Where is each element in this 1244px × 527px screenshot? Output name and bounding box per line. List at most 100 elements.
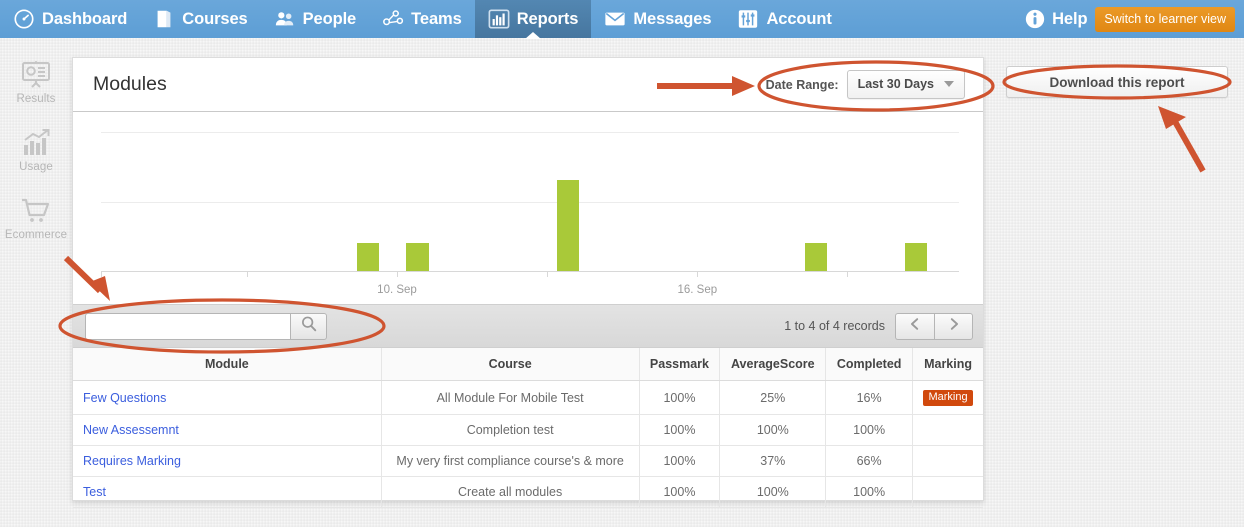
module-link[interactable]: Requires Marking [83,454,181,468]
sidebar-item-label: Ecommerce [4,229,68,241]
cell-module: New Assessemnt [73,414,382,446]
nav-item-account[interactable]: Account [724,0,844,38]
magnifier-icon [300,315,318,338]
table-header-row: Module Course Passmark AverageScore Comp… [73,348,983,381]
people-icon [274,8,296,30]
module-link[interactable]: New Assessemnt [83,423,179,437]
cell-completed: 100% [825,476,914,508]
column-header-average-score[interactable]: AverageScore [719,348,827,381]
modules-table: Module Course Passmark AverageScore Comp… [73,348,983,508]
chart-bar[interactable] [406,243,429,271]
nav-item-help[interactable]: Help [1011,0,1095,38]
next-page-button[interactable] [934,312,973,340]
search-button[interactable] [290,312,327,340]
chart-tick [246,272,248,277]
chevron-right-icon [947,317,961,335]
nav-item-courses[interactable]: Courses [140,0,260,38]
modules-bar-chart: 10. Sep 16. Sep [87,112,969,304]
cell-passmark: 100% [639,380,721,415]
chart-bar[interactable] [556,180,579,271]
date-range-select[interactable]: Last 30 Days [846,70,965,99]
dashboard-gauge-icon [13,8,35,30]
cell-passmark: 100% [639,476,721,508]
nav-label: Messages [633,9,712,28]
book-icon [153,8,175,30]
nav-label: Reports [516,9,579,28]
cell-average-score: 100% [719,476,827,508]
growth-chart-icon [20,128,52,158]
nav-label: Dashboard [42,9,128,28]
column-header-module[interactable]: Module [73,348,382,381]
column-header-course[interactable]: Course [381,348,640,381]
panel-header: Modules Date Range: Last 30 Days [73,58,983,112]
module-link[interactable]: Few Questions [83,391,166,405]
prev-page-button[interactable] [895,312,934,340]
nav-label: Courses [182,9,248,28]
cell-module: Few Questions [73,380,382,415]
toolbar-right: 1 to 4 of 4 records [784,312,973,340]
chart-x-tick-label: 16. Sep [677,284,718,296]
chart-bar[interactable] [356,243,379,271]
nav-label: Account [766,9,832,28]
chart-tick [697,272,699,277]
chart-bar[interactable] [904,243,928,271]
teams-icon [382,8,404,30]
top-navigation-bar: Dashboard Courses People Teams Reports M… [0,0,1244,39]
chevron-left-icon [908,317,922,335]
switch-to-learner-view-button[interactable]: Switch to learner view [1095,6,1235,32]
cell-completed: 16% [825,380,914,415]
table-toolbar: 1 to 4 of 4 records [73,304,983,348]
left-sidebar: Results Usage Ecommerce [0,38,72,527]
table-row: Requires Marking My very first compliance… [73,445,983,477]
chart-x-tick-label: 10. Sep [377,284,417,296]
nav-item-dashboard[interactable]: Dashboard [0,0,140,38]
cell-marking: Marking [912,380,983,415]
search-group [85,312,327,340]
chart-gridline [101,131,959,133]
nav-item-reports[interactable]: Reports [474,0,592,39]
sidebar-item-ecommerce[interactable]: Ecommerce [1,196,71,241]
chart-tick [847,272,849,277]
column-header-completed[interactable]: Completed [825,348,914,381]
sidebar-item-results[interactable]: Results [1,60,71,105]
module-link[interactable]: Test [83,485,106,499]
status-badge[interactable]: Marking [923,390,973,406]
column-header-passmark[interactable]: Passmark [639,348,721,381]
search-input[interactable] [85,312,290,340]
sidebar-item-label: Usage [19,161,53,173]
cell-marking [912,476,983,508]
chevron-down-icon [944,81,954,87]
chart-tick [547,272,549,277]
cell-passmark: 100% [639,445,721,477]
download-report-button[interactable]: Download this report [1006,66,1228,98]
sidebar-item-usage[interactable]: Usage [1,128,71,173]
chart-bar[interactable] [804,243,827,271]
date-range-value: Last 30 Days [857,77,934,91]
table-row: New Assessemnt Completion test 100% 100% 100… [73,414,983,446]
cell-course: Create all modules [381,476,640,508]
shopping-cart-icon [20,196,52,226]
table-row: Few Questions All Module For Mobile Test 1… [73,380,983,415]
nav-label: People [302,9,357,28]
table-head: Module Course Passmark AverageScore Comp… [73,348,983,381]
page-title: Modules [93,73,167,95]
nav-item-teams[interactable]: Teams [369,0,475,38]
cell-module: Test [73,476,382,508]
cell-average-score: 100% [719,414,827,446]
presentation-chart-icon [20,60,52,90]
chart-x-axis [101,271,959,272]
table-body: Few Questions All Module For Mobile Test 1… [73,380,983,508]
records-count: 1 to 4 of 4 records [784,319,885,333]
date-range-label: Date Range: [765,77,839,92]
nav-item-messages[interactable]: Messages [591,0,724,38]
nav-item-people[interactable]: People [261,0,370,38]
column-header-marking[interactable]: Marking [912,348,983,381]
cell-passmark: 100% [639,414,721,446]
chart-tick [397,272,398,277]
sidebar-item-label: Results [16,93,56,105]
cell-marking [912,445,983,477]
info-circle-icon [1024,8,1046,30]
chart-tick [101,272,102,277]
chart-plot-area: 10. Sep 16. Sep [101,126,959,296]
